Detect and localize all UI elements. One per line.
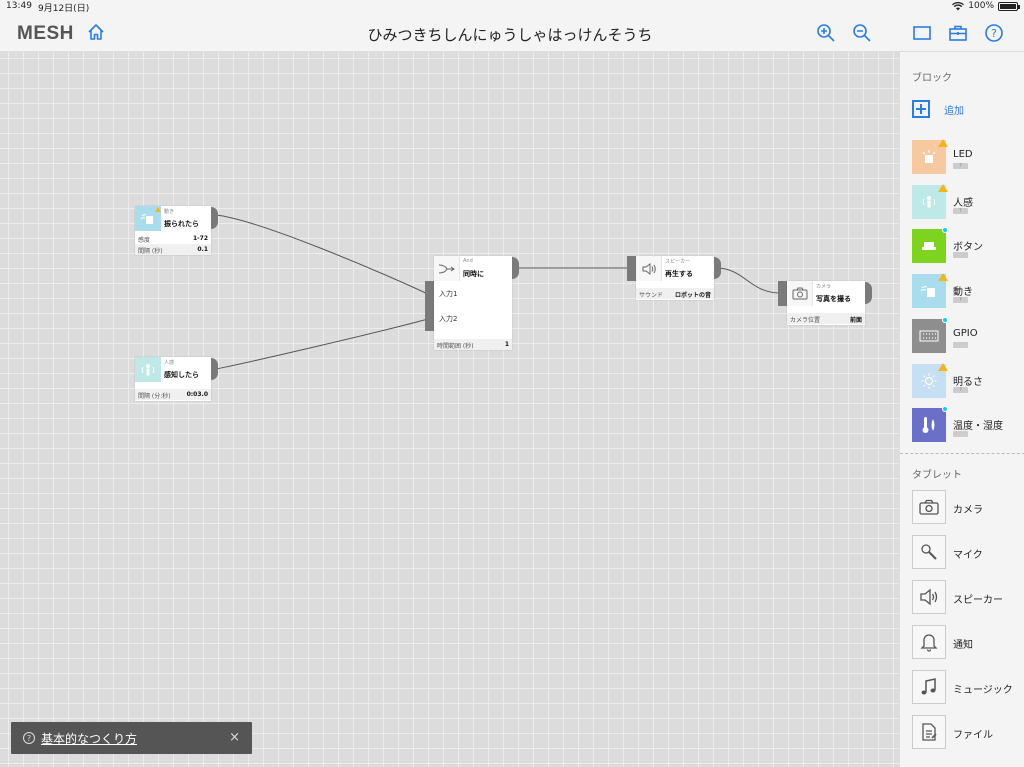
tablet-section-label: タブレット — [912, 470, 962, 481]
node-type-label: カメラ — [816, 284, 832, 290]
node-param-row[interactable]: 感度 1-72 — [135, 233, 211, 244]
output-port[interactable] — [865, 282, 872, 304]
led-icon — [912, 139, 948, 174]
connection-wires — [215, 214, 780, 370]
node-type-label: And — [463, 258, 473, 264]
input-port[interactable] — [627, 256, 636, 281]
sidebar-tablet-music[interactable]: ミュージック — [912, 670, 1022, 704]
speaker-icon — [636, 256, 662, 281]
app-logo: MESH — [17, 23, 74, 44]
node-action-label: 振られたら — [164, 220, 199, 228]
node-action-label: 同時に — [463, 270, 484, 278]
svg-text:?: ? — [991, 27, 997, 40]
node-param-row[interactable]: 時間範囲 (秒) 1 — [434, 339, 512, 350]
node-param-row[interactable]: サウンド ロボットの音 — [636, 288, 714, 299]
wire-speaker-camera — [718, 267, 780, 294]
add-block-button[interactable]: 追加 — [912, 100, 964, 118]
section-divider — [900, 453, 1024, 454]
battery-percent: 100% — [968, 1, 994, 11]
node-type-label: 動き — [164, 209, 175, 215]
speaker-block-node[interactable]: スピーカー 再生する サウンド ロボットの音 — [636, 256, 714, 300]
add-icon — [912, 100, 930, 118]
battery-icon — [998, 1, 1020, 11]
help-icon[interactable]: ? — [983, 22, 1005, 44]
sidebar-tablet-file[interactable]: ファイル — [912, 715, 1022, 749]
toolbox-icon[interactable] — [947, 22, 969, 44]
microphone-icon — [912, 535, 946, 569]
basic-guide-link[interactable]: 基本的なつくり方 — [41, 730, 137, 747]
help-banner[interactable]: ? 基本的なつくり方 × — [11, 722, 252, 754]
help-question-icon: ? — [23, 732, 35, 744]
node-param-row[interactable]: 間隔 (秒) 0.1 — [135, 244, 211, 255]
status-date: 9月12日(日) — [38, 4, 90, 14]
human-sensor-icon — [912, 184, 948, 219]
sidebar-block-button[interactable]: ボタン — [912, 227, 1022, 263]
node-type-label: スピーカー — [665, 259, 691, 265]
page-title: ひみつきちしんにゅうしゃはっけんそうち — [367, 26, 653, 44]
node-type-label: 人感 — [164, 360, 175, 366]
node-action-label: 再生する — [665, 270, 693, 278]
output-port[interactable] — [211, 207, 218, 229]
blocks-section-label: ブロック — [912, 73, 952, 84]
node-param-row[interactable]: 間隔 (分:秒) 0:03.0 — [135, 389, 211, 400]
and-merge-icon — [434, 256, 460, 281]
status-time: 13:49 — [6, 1, 32, 11]
sidebar-tablet-microphone[interactable]: マイク — [912, 535, 1022, 569]
status-bar: 13:49 9月12日(日) 100% — [0, 0, 1024, 14]
motion-icon — [135, 206, 161, 231]
node-action-label: 感知したら — [164, 371, 199, 379]
camera-block-node[interactable]: カメラ 写真を撮る カメラ位置 前面 — [787, 281, 865, 325]
panel-toggle-icon[interactable] — [911, 22, 933, 44]
thermometer-icon — [912, 406, 948, 442]
sidebar-block-temp-humidity[interactable]: 温度・湿度 — [912, 406, 1022, 442]
bell-icon — [912, 625, 946, 659]
sidebar-tablet-camera[interactable]: カメラ — [912, 490, 1022, 524]
wire-human-and — [215, 318, 429, 370]
speaker-icon — [912, 580, 946, 614]
gpio-icon — [912, 317, 948, 353]
input-port[interactable] — [425, 281, 434, 331]
motion-block-node[interactable]: 動き 振られたら 感度 1-72 間隔 (秒) 0.1 — [135, 206, 211, 255]
zoom-out-icon[interactable] — [851, 22, 873, 44]
sidebar-tablet-speaker[interactable]: スピーカー — [912, 580, 1022, 614]
output-port[interactable] — [211, 358, 218, 380]
input-port[interactable] — [778, 281, 787, 306]
home-icon[interactable] — [86, 22, 106, 42]
sidebar-block-motion[interactable]: 動き ? — [912, 273, 1022, 308]
status-right: 100% — [952, 1, 1020, 11]
zoom-in-icon[interactable] — [815, 22, 837, 44]
sidebar-tablet-notification[interactable]: 通知 — [912, 625, 1022, 659]
wire-motion-and — [215, 214, 429, 295]
human-sensor-block-node[interactable]: 人感 感知したら 間隔 (分:秒) 0:03.0 — [135, 357, 211, 401]
output-port[interactable] — [512, 257, 519, 279]
motion-icon — [912, 273, 948, 308]
close-icon[interactable]: × — [229, 730, 240, 745]
button-icon — [912, 227, 948, 263]
input-2-label: 入力2 — [439, 315, 458, 323]
node-action-label: 写真を撮る — [816, 295, 851, 303]
sidebar-block-led[interactable]: LED ? — [912, 139, 1022, 174]
and-block-node[interactable]: And 同時に 入力1 入力2 時間範囲 (秒) 1 — [434, 256, 512, 350]
input-1-label: 入力1 — [439, 290, 458, 298]
wifi-icon — [952, 1, 965, 10]
camera-icon — [912, 490, 946, 524]
file-icon — [912, 715, 946, 749]
node-param-row[interactable]: カメラ位置 前面 — [787, 313, 865, 324]
output-port[interactable] — [714, 257, 721, 279]
camera-icon — [787, 281, 813, 306]
block-palette-sidebar: ブロック 追加 LED ? 人感 ? ボタン 動き ? GPIO 明るさ ? 温… — [899, 52, 1024, 767]
sidebar-block-human-sensor[interactable]: 人感 ? — [912, 184, 1022, 219]
sidebar-block-gpio[interactable]: GPIO — [912, 317, 1022, 353]
human-sensor-icon — [135, 357, 161, 382]
sidebar-block-brightness[interactable]: 明るさ ? — [912, 363, 1022, 398]
recipe-canvas[interactable]: 動き 振られたら 感度 1-72 間隔 (秒) 0.1 人感 感知したら 間隔 (分… — [0, 52, 899, 767]
app-header: MESH ひみつきちしんにゅうしゃはっけんそうち ? — [0, 14, 1024, 52]
music-icon — [912, 670, 946, 704]
brightness-icon — [912, 363, 948, 398]
